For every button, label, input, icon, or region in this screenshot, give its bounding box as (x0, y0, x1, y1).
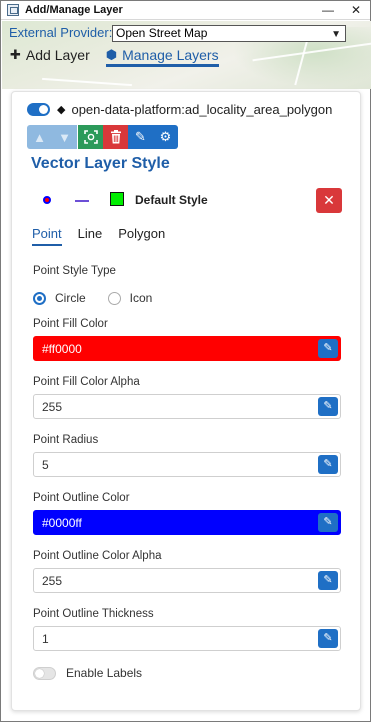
edit-outline-color-button[interactable]: ✎ (318, 513, 338, 532)
window-title: Add/Manage Layer (25, 4, 123, 16)
edit-layer-button[interactable]: ✎ (128, 125, 153, 149)
polygon-symbol-preview (110, 192, 124, 206)
external-provider-label: External Provider: (9, 25, 113, 40)
enable-labels-row: Enable Labels (33, 666, 142, 680)
tab-manage-layers-label: Manage Layers (122, 46, 219, 63)
radio-icon-label: Icon (129, 291, 153, 305)
point-outline-thickness-value: 1 (42, 632, 49, 646)
zoom-to-layer-button[interactable] (78, 125, 103, 149)
point-outline-color-value: #0000ff (42, 516, 82, 530)
point-outline-thickness-input[interactable]: 1 ✎ (33, 626, 341, 651)
tab-point[interactable]: Point (32, 226, 62, 246)
layer-diamond-icon: ◆ (57, 104, 66, 116)
move-down-button[interactable]: ▼ (52, 125, 77, 149)
point-fill-color-label: Point Fill Color (33, 318, 108, 330)
vector-layer-style-title: Vector Layer Style (31, 155, 170, 172)
pencil-icon: ✎ (323, 342, 333, 354)
edit-radius-button[interactable]: ✎ (318, 455, 338, 474)
chevron-down-icon: ▼ (331, 29, 341, 40)
point-fill-alpha-input[interactable]: 255 ✎ (33, 394, 341, 419)
title-bar: Add/Manage Layer — ✕ (1, 1, 370, 20)
enable-labels-toggle[interactable] (33, 666, 56, 680)
map-background: External Provider: Open Street Map ▼ ✚ A… (2, 21, 371, 89)
top-tabs: ✚ Add Layer ⬢ Manage Layers (10, 45, 235, 67)
enable-labels-label: Enable Labels (66, 666, 143, 680)
pencil-icon: ✎ (323, 400, 333, 412)
move-up-icon: ▲ (33, 129, 46, 145)
edit-fill-alpha-button[interactable]: ✎ (318, 397, 338, 416)
style-row: Default Style ✕ (12, 184, 360, 214)
provider-row: External Provider: (9, 25, 112, 40)
minimize-icon[interactable]: — (320, 2, 336, 18)
delete-layer-button[interactable] (103, 125, 128, 149)
point-outline-alpha-value: 255 (42, 574, 63, 588)
pencil-icon: ✎ (135, 129, 146, 144)
point-fill-alpha-label: Point Fill Color Alpha (33, 376, 140, 388)
pencil-icon: ✎ (323, 458, 333, 470)
point-radius-label: Point Radius (33, 434, 99, 446)
point-style-type-label: Point Style Type (33, 265, 116, 277)
edit-outline-alpha-button[interactable]: ✎ (318, 571, 338, 590)
style-name: Default Style (135, 193, 208, 207)
external-provider-value: Open Street Map (116, 26, 208, 40)
layer-toolbar: ▲ ▼ ✎ ⚙ (27, 125, 178, 149)
close-icon[interactable]: ✕ (348, 2, 364, 18)
pencil-icon: ✎ (323, 632, 333, 644)
tab-line[interactable]: Line (78, 226, 103, 246)
point-fill-color-input[interactable]: #ff0000 ✎ (33, 336, 341, 361)
gear-icon: ⚙ (159, 129, 172, 144)
trash-icon (110, 130, 121, 144)
zoom-to-layer-icon (83, 130, 98, 144)
point-radius-input[interactable]: 5 ✎ (33, 452, 341, 477)
point-style-type-radios: Circle Icon (33, 291, 174, 305)
point-outline-thickness-label: Point Outline Thickness (33, 608, 154, 620)
pencil-icon: ✎ (323, 516, 333, 528)
tab-add-layer-label: Add Layer (25, 47, 90, 63)
point-outline-color-input[interactable]: #0000ff ✎ (33, 510, 341, 535)
pencil-icon: ✎ (323, 574, 333, 586)
tab-polygon[interactable]: Polygon (118, 226, 165, 246)
remove-style-button[interactable]: ✕ (316, 188, 342, 213)
radio-circle-label: Circle (55, 291, 86, 305)
close-icon: ✕ (323, 192, 335, 208)
point-outline-color-label: Point Outline Color (33, 492, 130, 504)
point-radius-value: 5 (42, 458, 49, 472)
layer-settings-button[interactable]: ⚙ (153, 125, 178, 149)
move-up-button[interactable]: ▲ (27, 125, 52, 149)
point-fill-alpha-value: 255 (42, 400, 63, 414)
layer-visibility-toggle[interactable] (27, 103, 50, 116)
manage-layers-panel: ◆ open-data-platform:ad_locality_area_po… (11, 91, 361, 711)
plus-icon: ✚ (10, 47, 21, 62)
add-manage-layer-window: Add/Manage Layer — ✕ External Provider: … (0, 0, 371, 722)
move-down-icon: ▼ (58, 129, 71, 145)
line-symbol-preview (75, 200, 89, 202)
edit-fill-color-button[interactable]: ✎ (318, 339, 338, 358)
point-symbol-preview (43, 196, 51, 204)
layer-row: ◆ open-data-platform:ad_locality_area_po… (27, 102, 332, 117)
tab-manage-layers[interactable]: ⬢ Manage Layers (105, 45, 219, 67)
external-provider-select[interactable]: Open Street Map ▼ (112, 25, 346, 42)
point-outline-alpha-input[interactable]: 255 ✎ (33, 568, 341, 593)
layer-name: open-data-platform:ad_locality_area_poly… (71, 102, 333, 117)
point-fill-color-value: #ff0000 (42, 342, 82, 356)
tab-add-layer[interactable]: ✚ Add Layer (10, 45, 90, 65)
layers-icon: ⬢ (105, 46, 118, 62)
radio-circle[interactable] (33, 291, 46, 305)
edit-outline-thickness-button[interactable]: ✎ (318, 629, 338, 648)
point-outline-alpha-label: Point Outline Color Alpha (33, 550, 162, 562)
window-app-icon (7, 4, 19, 16)
radio-icon[interactable] (107, 291, 121, 305)
geometry-subtabs: Point Line Polygon (32, 226, 181, 246)
